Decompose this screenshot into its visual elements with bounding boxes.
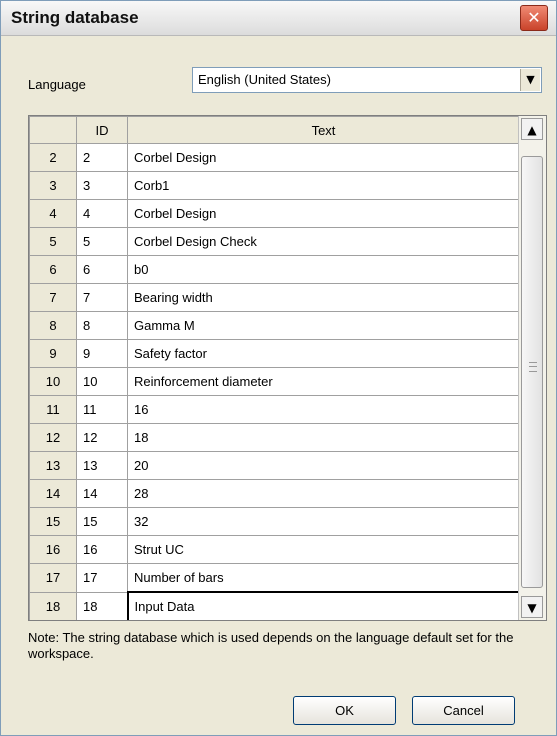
row-number-cell[interactable]: 14 (29, 479, 77, 508)
table-row[interactable]: 15 15 32 (29, 507, 520, 536)
row-number-cell[interactable]: 18 (29, 591, 77, 620)
language-label: Language (28, 77, 86, 92)
text-cell[interactable]: Gamma M (127, 311, 520, 340)
table-row[interactable]: 10 10 Reinforcement diameter (29, 367, 520, 396)
title-bar[interactable]: String database ✕ (1, 1, 556, 36)
dialog-title: String database (11, 8, 139, 27)
row-number-cell[interactable]: 3 (29, 171, 77, 200)
text-cell[interactable]: Corbel Design (127, 143, 520, 172)
text-cell[interactable]: Corbel Design (127, 199, 520, 228)
close-icon[interactable]: ✕ (520, 5, 548, 31)
text-cell[interactable]: Bearing width (127, 283, 520, 312)
id-column-header[interactable]: ID (76, 116, 128, 144)
table-row[interactable]: 9 9 Safety factor (29, 339, 520, 368)
row-number-cell[interactable]: 15 (29, 507, 77, 536)
row-number-cell[interactable]: 17 (29, 563, 77, 593)
row-number-cell[interactable]: 4 (29, 199, 77, 228)
id-cell[interactable]: 15 (76, 507, 128, 536)
scroll-down-icon[interactable]: ▼ (521, 596, 543, 618)
table-row[interactable]: 5 5 Corbel Design Check (29, 227, 520, 256)
text-cell[interactable]: Strut UC (127, 535, 520, 564)
table-row[interactable]: 6 6 b0 (29, 255, 520, 284)
row-number-cell[interactable]: 16 (29, 535, 77, 564)
rownum-header[interactable] (29, 116, 77, 144)
string-table: ID Text 2 2 Corbel Design 3 3 Corb1 4 4 Corbel D… (29, 116, 521, 620)
table-row[interactable]: 11 11 16 (29, 395, 520, 424)
row-number-cell[interactable]: 5 (29, 227, 77, 256)
text-cell[interactable]: 32 (127, 507, 520, 536)
table-row[interactable]: 7 7 Bearing width (29, 283, 520, 312)
id-cell[interactable]: 10 (76, 367, 128, 396)
id-cell[interactable]: 17 (76, 563, 128, 593)
scroll-up-icon[interactable]: ▲ (521, 118, 543, 140)
text-cell[interactable]: Reinforcement diameter (127, 367, 520, 396)
header-row: ID Text (29, 116, 520, 144)
text-cell[interactable]: 28 (127, 479, 520, 508)
text-cell[interactable]: 20 (127, 451, 520, 480)
id-cell[interactable]: 9 (76, 339, 128, 368)
row-number-cell[interactable]: 13 (29, 451, 77, 480)
id-cell[interactable]: 5 (76, 227, 128, 256)
id-cell[interactable]: 14 (76, 479, 128, 508)
string-grid[interactable]: ID Text 2 2 Corbel Design 3 3 Corb1 4 4 Corbel D… (28, 115, 547, 621)
table-row[interactable]: 3 3 Corb1 (29, 171, 520, 200)
language-select-value: English (United States) (198, 72, 331, 87)
string-database-dialog: String database ✕ Language English (Unit… (0, 0, 557, 736)
table-row[interactable]: 13 13 20 (29, 451, 520, 480)
id-cell[interactable]: 12 (76, 423, 128, 452)
text-cell[interactable]: Safety factor (127, 339, 520, 368)
row-number-cell[interactable]: 7 (29, 283, 77, 312)
row-number-cell[interactable]: 2 (29, 143, 77, 172)
table-row[interactable]: 4 4 Corbel Design (29, 199, 520, 228)
text-cell[interactable]: Corbel Design Check (127, 227, 520, 256)
text-cell[interactable]: 18 (127, 423, 520, 452)
id-cell[interactable]: 8 (76, 311, 128, 340)
id-cell[interactable]: 6 (76, 255, 128, 284)
text-cell[interactable]: Corb1 (127, 171, 520, 200)
cancel-button[interactable]: Cancel (412, 696, 515, 725)
row-number-cell[interactable]: 9 (29, 339, 77, 368)
id-cell[interactable]: 2 (76, 143, 128, 172)
id-cell[interactable]: 18 (76, 591, 128, 620)
id-cell[interactable]: 4 (76, 199, 128, 228)
text-column-header[interactable]: Text (127, 116, 520, 144)
id-cell[interactable]: 13 (76, 451, 128, 480)
row-number-cell[interactable]: 6 (29, 255, 77, 284)
row-number-cell[interactable]: 12 (29, 423, 77, 452)
row-number-cell[interactable]: 11 (29, 395, 77, 424)
vertical-scrollbar[interactable]: ▲ ▼ (518, 116, 546, 620)
table-row[interactable]: 18 18 Input Data (29, 591, 521, 620)
ok-button[interactable]: OK (293, 696, 396, 725)
text-cell[interactable]: b0 (127, 255, 520, 284)
grip-icon (529, 362, 537, 372)
row-number-cell[interactable]: 10 (29, 367, 77, 396)
table-row[interactable]: 12 12 18 (29, 423, 520, 452)
note-text: Note: The string database which is used … (28, 630, 514, 661)
table-row[interactable]: 17 17 Number of bars (29, 563, 520, 593)
text-cell[interactable]: Number of bars (127, 563, 520, 593)
table-row[interactable]: 2 2 Corbel Design (29, 143, 520, 172)
row-number-cell[interactable]: 8 (29, 311, 77, 340)
table-row[interactable]: 14 14 28 (29, 479, 520, 508)
text-cell[interactable]: Input Data (126, 591, 521, 620)
id-cell[interactable]: 7 (76, 283, 128, 312)
language-select[interactable]: English (United States) ▼ (192, 67, 542, 93)
chevron-down-icon[interactable]: ▼ (520, 69, 540, 91)
id-cell[interactable]: 16 (76, 535, 128, 564)
text-cell[interactable]: 16 (127, 395, 520, 424)
id-cell[interactable]: 3 (76, 171, 128, 200)
table-row[interactable]: 16 16 Strut UC (29, 535, 520, 564)
scrollbar-thumb[interactable] (521, 156, 543, 588)
id-cell[interactable]: 11 (76, 395, 128, 424)
table-row[interactable]: 8 8 Gamma M (29, 311, 520, 340)
